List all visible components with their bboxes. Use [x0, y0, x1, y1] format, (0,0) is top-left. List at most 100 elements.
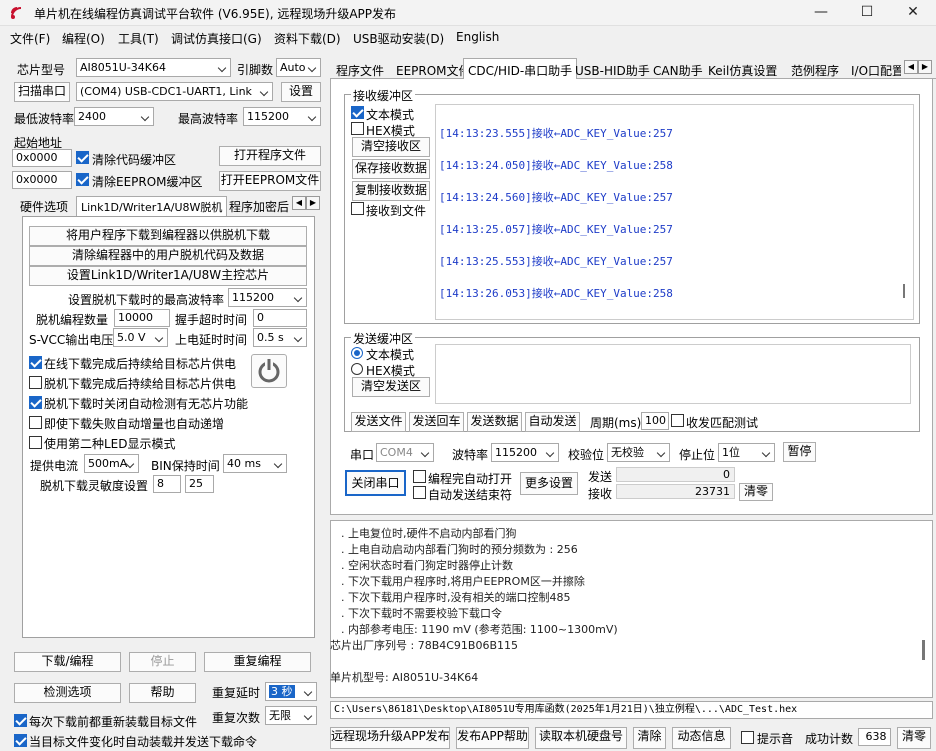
pause-button[interactable]: 暂停	[783, 442, 816, 462]
rtab-7[interactable]: I/O口配置	[851, 62, 901, 79]
reload-each-checkbox[interactable]	[14, 714, 27, 727]
more-settings-button[interactable]: 更多设置	[520, 472, 578, 495]
recv-hex-mode-checkbox[interactable]	[351, 122, 364, 135]
publish-help-button[interactable]: 发布APP帮助	[456, 727, 529, 749]
option-checkbox-3[interactable]	[29, 416, 42, 429]
menu-program[interactable]: 编程(O)	[62, 30, 105, 47]
download-button[interactable]: 下载/编程	[14, 652, 121, 672]
serial-port-select[interactable]: COM4	[376, 443, 434, 462]
svcc-select[interactable]: 5.0 V	[113, 328, 168, 347]
parity-select[interactable]: 无校验	[607, 443, 670, 462]
rtab-3[interactable]: USB-HID助手	[575, 62, 650, 79]
sensitivity-input-1[interactable]: 8	[153, 475, 181, 493]
detect-options-button[interactable]: 检测选项	[14, 683, 121, 703]
baud-select[interactable]: 115200	[491, 443, 559, 462]
auto-open-checkbox[interactable]	[413, 470, 426, 483]
beep-checkbox[interactable]	[741, 731, 754, 744]
save-recv-button[interactable]: 保存接收数据	[352, 159, 430, 179]
current-select[interactable]: 500mA	[84, 454, 139, 473]
read-disk-button[interactable]: 读取本机硬盘号	[535, 727, 627, 749]
copy-recv-button[interactable]: 复制接收数据	[352, 181, 430, 201]
close-port-button[interactable]: 关闭串口	[345, 470, 406, 496]
auto-send-button[interactable]: 自动发送	[525, 412, 580, 432]
clear-recv-button[interactable]: 清空接收区	[352, 137, 430, 157]
bin-hold-select[interactable]: 40 ms	[223, 454, 287, 473]
repeat-delay-select[interactable]: 3 秒	[265, 682, 317, 701]
scan-port-button[interactable]: 扫描串口	[14, 82, 70, 102]
zero-count-button[interactable]: 清零	[897, 727, 931, 749]
min-baud-select[interactable]: 2400	[74, 107, 154, 126]
option-label-4: 使用第二种LED显示模式	[44, 437, 176, 451]
chip-select[interactable]: AI8051U-34K64	[76, 58, 231, 77]
rtab-1[interactable]: EEPROM文件	[396, 62, 471, 79]
stop-button[interactable]: 停止	[129, 652, 196, 672]
handshake-input[interactable]: 0	[253, 309, 307, 327]
power-delay-select[interactable]: 0.5 s	[253, 328, 307, 347]
offline-count-input[interactable]: 10000	[114, 309, 170, 327]
rtab-5[interactable]: Keil仿真设置	[708, 62, 777, 79]
log-scrollbar[interactable]	[922, 640, 925, 660]
recv-to-file-checkbox[interactable]	[351, 202, 364, 215]
open-program-button[interactable]: 打开程序文件	[219, 146, 321, 166]
menu-download[interactable]: 资料下载(D)	[274, 30, 341, 47]
rtab-scroll-right-icon[interactable]: ▶	[918, 60, 932, 74]
send-enter-button[interactable]: 发送回车	[409, 412, 464, 432]
port-settings-button[interactable]: 设置	[281, 82, 321, 102]
option-checkbox-2[interactable]	[29, 396, 42, 409]
pin-select[interactable]: Auto	[276, 58, 321, 77]
sensitivity-input-2[interactable]: 25	[185, 475, 214, 493]
reprogram-button[interactable]: 重复编程	[204, 652, 311, 672]
tab-link1d[interactable]: Link1D/Writer1A/U8W脱机	[76, 196, 228, 216]
menu-file[interactable]: 文件(F)	[10, 30, 50, 47]
set-master-chip-button[interactable]: 设置Link1D/Writer1A/U8W主控芯片	[29, 266, 307, 286]
offline-baud-select[interactable]: 115200	[228, 288, 307, 307]
clear-send-button[interactable]: 清空发送区	[352, 377, 430, 397]
stop-bits-select[interactable]: 1位	[718, 443, 775, 462]
addr-eeprom-input[interactable]: 0x0000	[12, 171, 72, 189]
menu-debug[interactable]: 调试仿真接口(G)	[171, 30, 262, 47]
auto-send-checkbox[interactable]	[14, 734, 27, 747]
menu-usb-driver[interactable]: USB驱动安装(D)	[353, 30, 444, 47]
option-checkbox-0[interactable]	[29, 356, 42, 369]
power-button[interactable]	[251, 354, 287, 388]
send-file-button[interactable]: 发送文件	[351, 412, 406, 432]
maximize-icon[interactable]: ☐	[844, 0, 890, 26]
menu-english[interactable]: English	[456, 30, 499, 44]
dynamic-info-button[interactable]: 动态信息	[672, 727, 731, 749]
minimize-icon[interactable]: —	[798, 0, 844, 26]
rtab-6[interactable]: 范例程序	[791, 62, 839, 79]
clear-code-checkbox[interactable]	[76, 151, 89, 164]
tab-scroll-left-icon[interactable]: ◀	[292, 196, 306, 210]
publish-app-button[interactable]: 远程现场升级APP发布	[330, 727, 450, 749]
port-select[interactable]: (COM4) USB-CDC1-UART1, Link	[76, 82, 273, 101]
tab-hardware[interactable]: 硬件选项	[20, 198, 68, 215]
send-hex-mode-radio[interactable]	[351, 363, 363, 375]
auto-end-checkbox[interactable]	[413, 486, 426, 499]
menu-tools[interactable]: 工具(T)	[118, 30, 159, 47]
help-button[interactable]: 帮助	[129, 683, 196, 703]
tab-encrypt[interactable]: 程序加密后	[229, 198, 291, 215]
send-text-mode-radio[interactable]	[351, 347, 363, 359]
tab-scroll-right-icon[interactable]: ▶	[306, 196, 320, 210]
option-checkbox-1[interactable]	[29, 376, 42, 389]
match-test-checkbox[interactable]	[671, 414, 684, 427]
offline-download-button[interactable]: 将用户程序下载到编程器以供脱机下载	[29, 226, 307, 246]
clear-log-button[interactable]: 清除	[633, 727, 666, 749]
rtab-4[interactable]: CAN助手	[653, 62, 703, 79]
rtab-0[interactable]: 程序文件	[336, 62, 384, 79]
clear-eeprom-checkbox[interactable]	[76, 173, 89, 186]
send-data-button[interactable]: 发送数据	[467, 412, 522, 432]
clear-offline-button[interactable]: 清除编程器中的用户脱机代码及数据	[29, 246, 307, 266]
send-textarea[interactable]	[435, 344, 911, 404]
recv-text-mode-checkbox[interactable]	[351, 106, 364, 119]
rtab-scroll-left-icon[interactable]: ◀	[904, 60, 918, 74]
clear-count-button[interactable]: 清零	[739, 483, 773, 501]
repeat-count-select[interactable]: 无限	[265, 706, 317, 725]
max-baud-select[interactable]: 115200	[243, 107, 321, 126]
option-checkbox-4[interactable]	[29, 436, 42, 449]
addr-code-input[interactable]: 0x0000	[12, 149, 72, 167]
period-input[interactable]: 100	[641, 412, 669, 430]
close-icon[interactable]: ✕	[890, 0, 936, 26]
open-eeprom-button[interactable]: 打开EEPROM文件	[219, 171, 321, 191]
recv-scrollbar[interactable]	[903, 284, 905, 298]
